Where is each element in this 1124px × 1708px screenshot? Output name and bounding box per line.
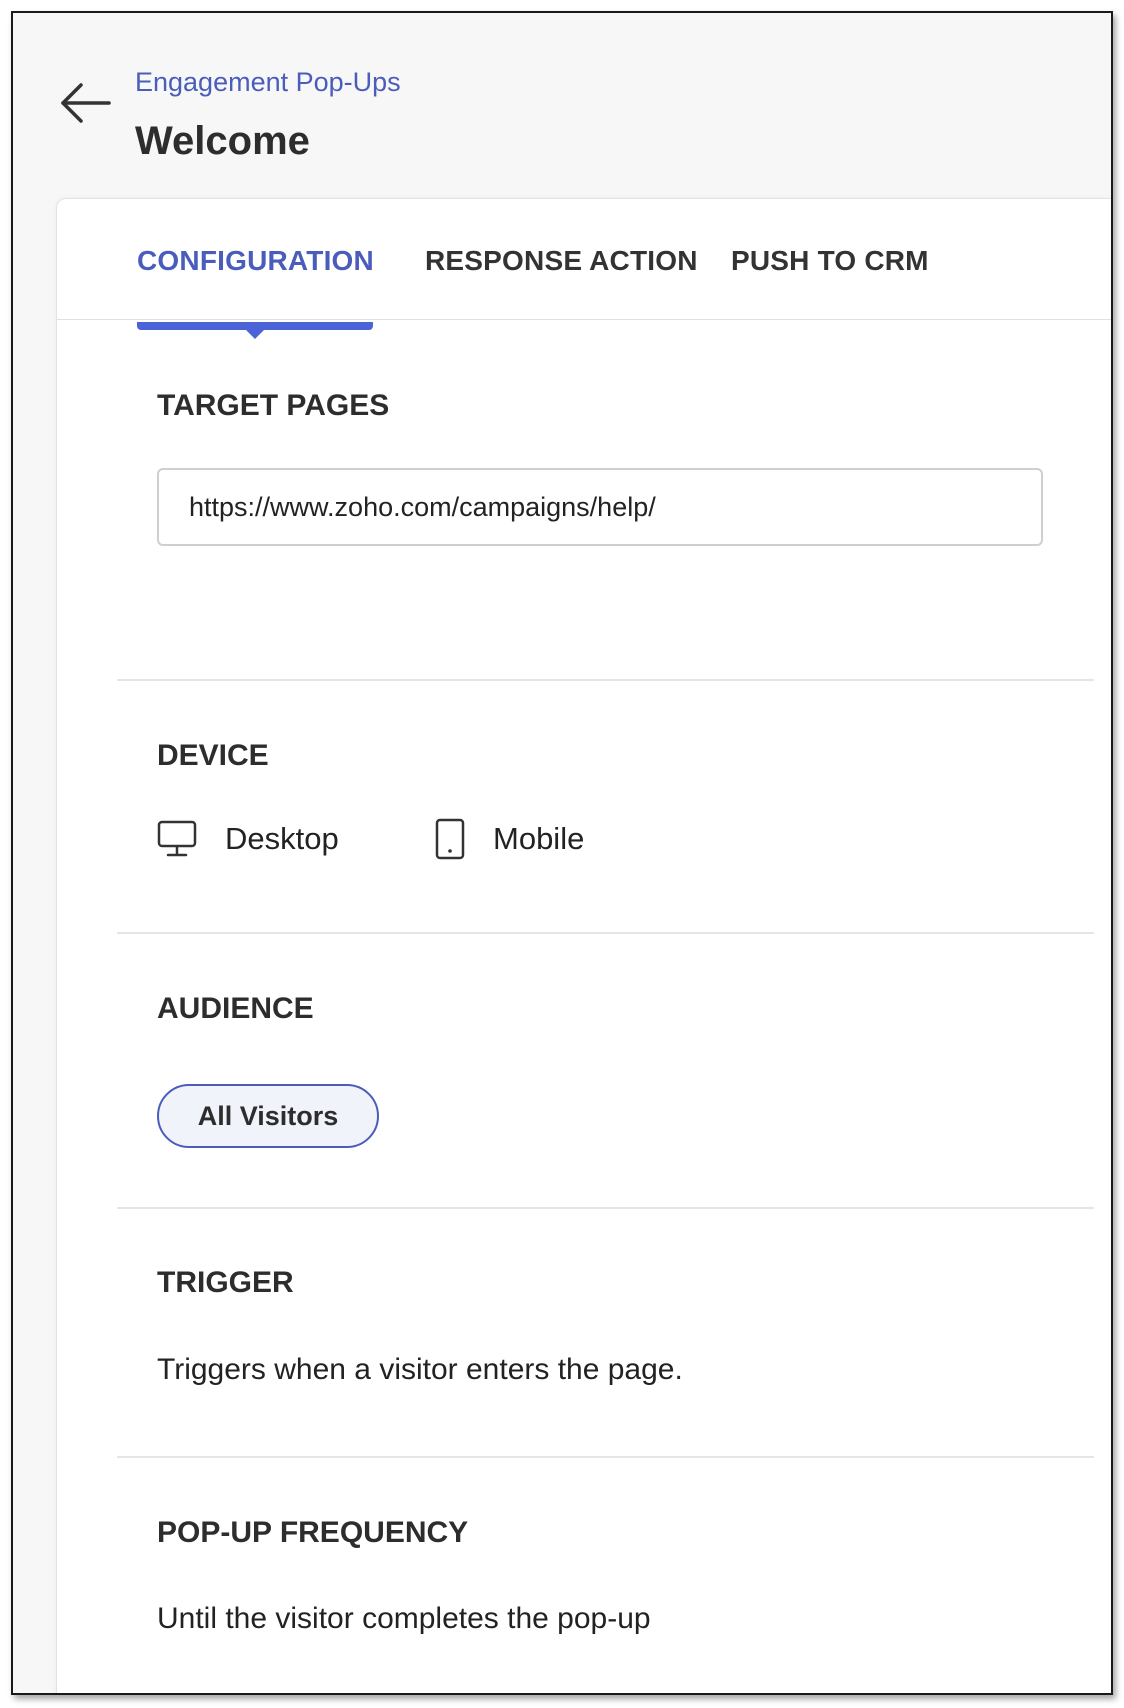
device-label-mobile: Mobile	[493, 821, 585, 856]
device-option-mobile[interactable]: Mobile	[435, 817, 584, 861]
tab-push-to-crm[interactable]: PUSH TO CRM	[731, 245, 929, 277]
target-pages-title: TARGET PAGES	[157, 389, 390, 422]
section-divider	[117, 932, 1094, 934]
desktop-icon	[157, 820, 197, 857]
section-divider	[117, 679, 1094, 681]
frequency-title: POP-UP FREQUENCY	[157, 1516, 469, 1549]
section-divider	[117, 1456, 1094, 1458]
active-tab-indicator	[137, 322, 373, 339]
target-url-input[interactable]	[157, 468, 1043, 546]
tab-response-action[interactable]: RESPONSE ACTION	[425, 245, 698, 277]
page-title: Welcome	[135, 119, 310, 163]
back-button[interactable]	[57, 73, 117, 133]
device-title: DEVICE	[157, 739, 269, 772]
device-option-desktop[interactable]: Desktop	[157, 817, 339, 861]
frequency-description: Until the visitor completes the pop-up	[157, 1602, 651, 1635]
trigger-title: TRIGGER	[157, 1266, 294, 1299]
breadcrumb[interactable]: Engagement Pop-Ups	[135, 67, 401, 98]
mobile-icon	[435, 818, 465, 860]
arrow-left-icon	[61, 83, 111, 123]
device-label-desktop: Desktop	[225, 821, 339, 856]
audience-chip-all-visitors[interactable]: All Visitors	[157, 1084, 379, 1148]
window-frame: Engagement Pop-Ups Welcome CONFIGURATION…	[11, 11, 1113, 1695]
configuration-card: CONFIGURATION RESPONSE ACTION PUSH TO CR…	[56, 198, 1111, 1693]
trigger-description: Triggers when a visitor enters the page.	[157, 1353, 683, 1386]
audience-title: AUDIENCE	[157, 992, 314, 1025]
page-header: Engagement Pop-Ups Welcome	[13, 13, 1111, 199]
tab-bar: CONFIGURATION RESPONSE ACTION PUSH TO CR…	[57, 199, 1111, 320]
section-divider	[117, 1207, 1094, 1209]
tab-configuration[interactable]: CONFIGURATION	[137, 245, 374, 277]
